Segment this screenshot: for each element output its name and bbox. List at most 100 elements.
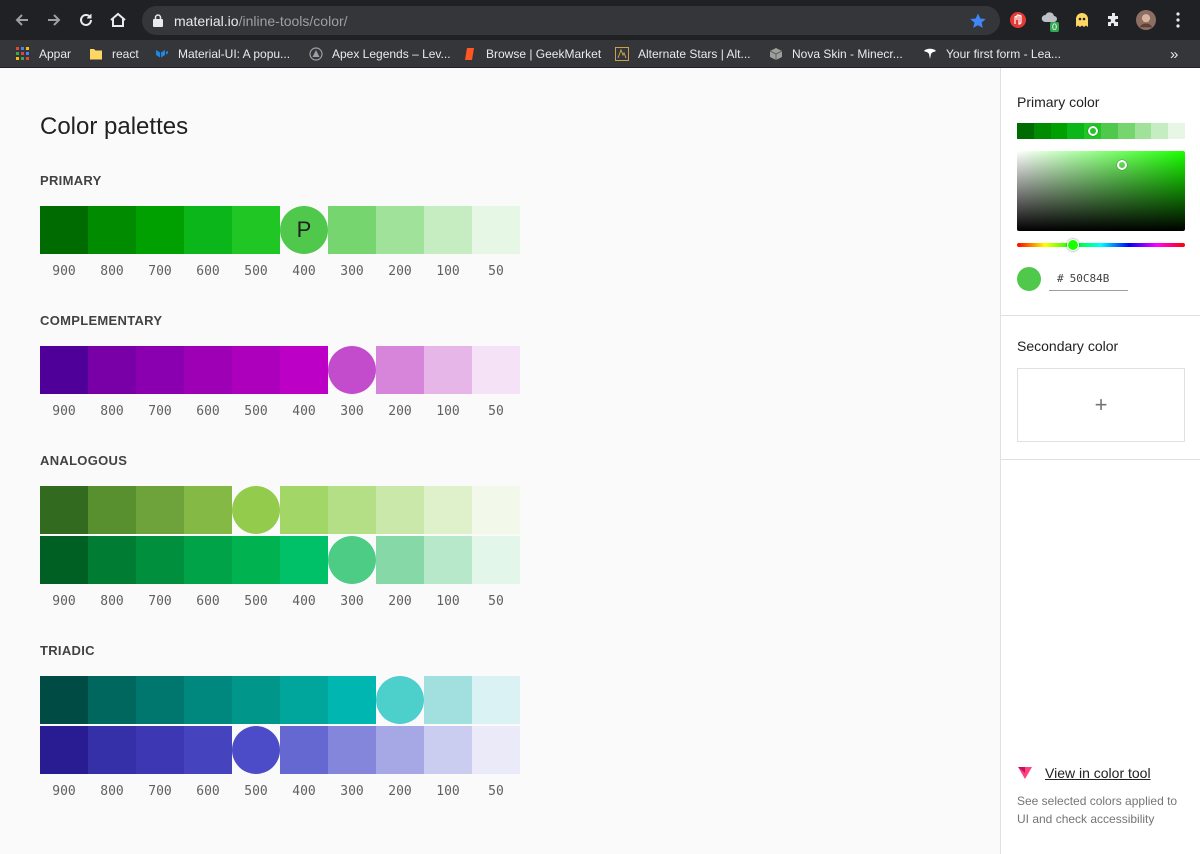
bookmark-apex-legends[interactable]: Apex Legends – Lev...: [309, 45, 451, 63]
color-swatch-400[interactable]: [280, 536, 328, 584]
reload-icon[interactable]: [76, 10, 96, 30]
color-swatch-100[interactable]: [424, 486, 472, 534]
color-swatch-700[interactable]: [136, 536, 184, 584]
color-swatch-100[interactable]: [424, 346, 472, 394]
color-swatch-50[interactable]: [472, 536, 520, 584]
color-swatch-200[interactable]: [376, 536, 424, 584]
color-swatch-700[interactable]: [136, 206, 184, 254]
color-swatch-500[interactable]: [232, 536, 280, 584]
color-swatch-100[interactable]: [424, 206, 472, 254]
bookmark-geekmarket[interactable]: Browse | GeekMarket: [463, 45, 601, 63]
strip-shade-100[interactable]: [1151, 123, 1169, 139]
color-swatch-400[interactable]: [280, 676, 328, 724]
color-swatch-900[interactable]: [40, 486, 88, 534]
color-swatch-400[interactable]: [280, 486, 328, 534]
hue-slider[interactable]: [1017, 239, 1185, 251]
color-swatch-600[interactable]: [184, 536, 232, 584]
strip-shade-700[interactable]: [1050, 123, 1068, 139]
color-swatch-50[interactable]: [472, 346, 520, 394]
color-swatch-300[interactable]: [328, 346, 376, 394]
hex-value[interactable]: 50C84B: [1070, 272, 1110, 285]
shade-strip-thumb[interactable]: [1088, 126, 1098, 136]
color-swatch-600[interactable]: [184, 676, 232, 724]
color-swatch-500[interactable]: [232, 486, 280, 534]
strip-shade-200[interactable]: [1134, 123, 1152, 139]
strip-shade-900[interactable]: [1017, 123, 1034, 139]
color-swatch-400[interactable]: [280, 346, 328, 394]
color-swatch-300[interactable]: [328, 206, 376, 254]
view-in-color-tool-link[interactable]: View in color tool: [1017, 765, 1151, 781]
strip-shade-800[interactable]: [1033, 123, 1051, 139]
menu-icon[interactable]: [1168, 10, 1188, 30]
color-swatch-300[interactable]: [328, 726, 376, 774]
color-swatch-900[interactable]: [40, 536, 88, 584]
color-swatch-200[interactable]: [376, 486, 424, 534]
color-swatch-100[interactable]: [424, 676, 472, 724]
color-swatch-800[interactable]: [88, 486, 136, 534]
color-swatch-800[interactable]: [88, 726, 136, 774]
color-swatch-900[interactable]: [40, 346, 88, 394]
strip-shade-600[interactable]: [1067, 123, 1085, 139]
color-swatch-600[interactable]: [184, 726, 232, 774]
color-swatch-300[interactable]: [328, 536, 376, 584]
bookmarks-overflow-button[interactable]: »: [1170, 45, 1178, 63]
hue-slider-thumb[interactable]: [1067, 239, 1079, 251]
saturation-value-picker[interactable]: [1017, 151, 1185, 231]
color-swatch-50[interactable]: [472, 206, 520, 254]
color-swatch-600[interactable]: [184, 346, 232, 394]
color-swatch-300[interactable]: [328, 486, 376, 534]
color-swatch-400[interactable]: [280, 726, 328, 774]
add-secondary-color-button[interactable]: +: [1017, 368, 1185, 442]
bookmark-nova-skin[interactable]: Nova Skin - Minecr...: [769, 45, 903, 63]
bookmark-alternate-stars[interactable]: Alternate Stars | Alt...: [615, 45, 751, 63]
primary-shade-strip[interactable]: [1017, 123, 1185, 139]
address-bar[interactable]: material.io/inline-tools/color/: [142, 6, 1000, 35]
color-swatch-800[interactable]: [88, 536, 136, 584]
color-swatch-500[interactable]: [232, 206, 280, 254]
bookmark-apps[interactable]: Appar: [16, 45, 71, 63]
color-swatch-800[interactable]: [88, 206, 136, 254]
color-swatch-500[interactable]: [232, 346, 280, 394]
home-icon[interactable]: [108, 10, 128, 30]
color-swatch-200[interactable]: [376, 676, 424, 724]
color-swatch-200[interactable]: [376, 206, 424, 254]
bookmark-material-ui[interactable]: Material-UI: A popu...: [155, 45, 290, 63]
avatar[interactable]: [1136, 10, 1156, 30]
color-swatch-100[interactable]: [424, 726, 472, 774]
color-swatch-900[interactable]: [40, 206, 88, 254]
color-swatch-700[interactable]: [136, 676, 184, 724]
saturation-value-thumb[interactable]: [1117, 160, 1127, 170]
color-swatch-900[interactable]: [40, 676, 88, 724]
color-swatch-300[interactable]: [328, 676, 376, 724]
strip-shade-300[interactable]: [1117, 123, 1135, 139]
color-swatch-100[interactable]: [424, 536, 472, 584]
forward-icon[interactable]: [44, 10, 64, 30]
color-swatch-800[interactable]: [88, 346, 136, 394]
color-swatch-700[interactable]: [136, 726, 184, 774]
star-icon[interactable]: [969, 12, 987, 30]
strip-shade-400[interactable]: [1100, 123, 1118, 139]
color-swatch-400[interactable]: P: [280, 206, 328, 254]
color-swatch-700[interactable]: [136, 486, 184, 534]
color-swatch-50[interactable]: [472, 676, 520, 724]
bookmark-react[interactable]: react: [89, 45, 139, 63]
strip-shade-50[interactable]: [1168, 123, 1185, 139]
ghost-extension-icon[interactable]: [1072, 10, 1092, 30]
adblock-icon[interactable]: [1008, 10, 1028, 30]
color-swatch-200[interactable]: [376, 346, 424, 394]
color-swatch-500[interactable]: [232, 676, 280, 724]
color-swatch-600[interactable]: [184, 486, 232, 534]
extensions-icon[interactable]: [1104, 10, 1124, 30]
hex-input[interactable]: # 50C84B: [1049, 267, 1128, 291]
color-swatch-200[interactable]: [376, 726, 424, 774]
color-swatch-700[interactable]: [136, 346, 184, 394]
color-swatch-50[interactable]: [472, 486, 520, 534]
color-swatch-50[interactable]: [472, 726, 520, 774]
color-swatch-800[interactable]: [88, 676, 136, 724]
cloud-extension-icon[interactable]: 0: [1040, 10, 1060, 32]
color-swatch-900[interactable]: [40, 726, 88, 774]
color-swatch-600[interactable]: [184, 206, 232, 254]
bookmark-first-form[interactable]: Your first form - Lea...: [923, 45, 1061, 63]
back-icon[interactable]: [12, 10, 32, 30]
color-swatch-500[interactable]: [232, 726, 280, 774]
